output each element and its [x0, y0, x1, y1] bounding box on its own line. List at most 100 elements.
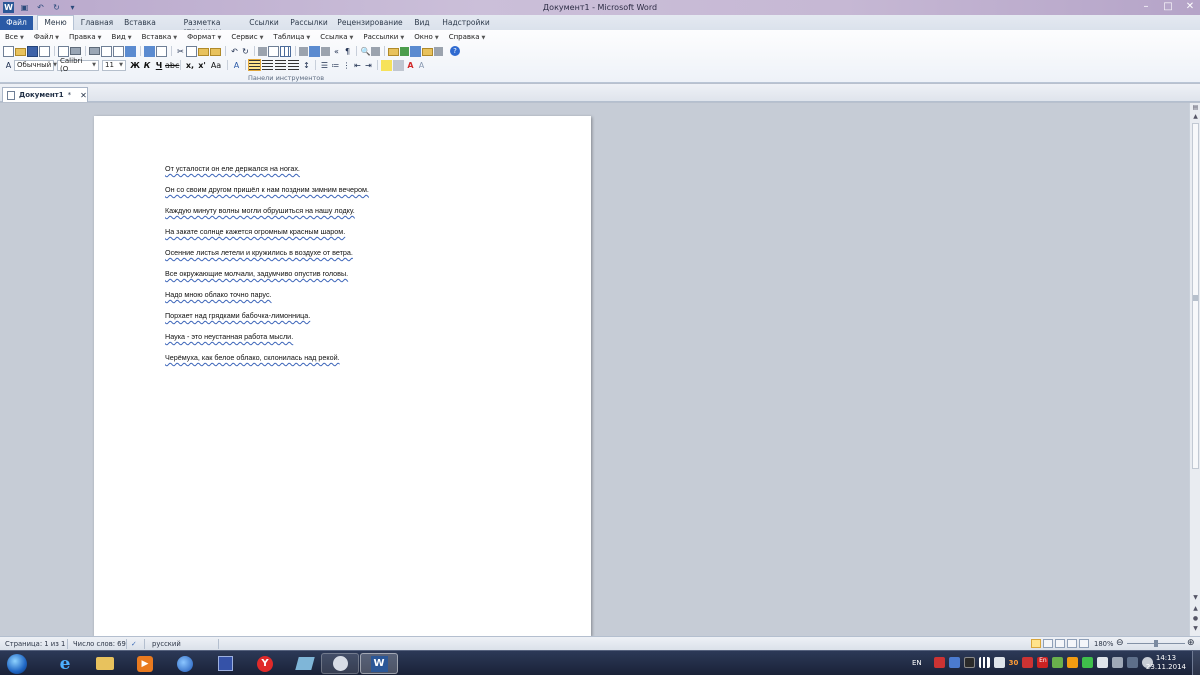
network-icon[interactable] [978, 657, 990, 668]
document-page[interactable]: От усталости он еле держался на ногах. О… [94, 116, 591, 636]
align-left-icon[interactable] [248, 59, 261, 71]
signal-icon[interactable] [1127, 657, 1139, 668]
menu-table[interactable]: Таблица ▼ [268, 33, 315, 43]
subscript-button[interactable]: x, [184, 61, 196, 70]
draft-view-icon[interactable] [1079, 639, 1089, 648]
tab-page-layout[interactable]: Разметка страницы [164, 16, 240, 36]
document-line[interactable]: На закате солнце кажется огромным красны… [165, 227, 345, 236]
start-button[interactable] [2, 651, 32, 675]
document-line[interactable]: Черёмуха, как белое облако, склонилась н… [165, 353, 340, 362]
tablet-icon[interactable] [286, 653, 324, 674]
document-line[interactable]: Надо мною облако точно парус. [165, 290, 272, 299]
translate-icon[interactable] [144, 45, 155, 57]
increase-indent-icon[interactable]: ⇥ [363, 61, 374, 70]
paste-icon[interactable] [198, 48, 209, 56]
permission-icon[interactable] [39, 45, 50, 57]
explorer-icon[interactable] [86, 653, 124, 674]
tab-references[interactable]: Ссылки [246, 16, 282, 30]
help-icon[interactable]: ? [450, 46, 460, 56]
justify-icon[interactable] [288, 60, 299, 70]
smartart-icon[interactable] [410, 45, 421, 57]
numbering-icon[interactable]: ☰ [319, 61, 330, 70]
document-map-icon[interactable] [321, 46, 330, 56]
copy-icon[interactable] [186, 45, 197, 57]
font-select[interactable]: Calibri (О ▼ [57, 57, 99, 73]
close-button[interactable]: ✕ [1184, 1, 1196, 12]
menu-tools[interactable]: Сервис ▼ [226, 33, 268, 43]
menu-edit[interactable]: Правка ▼ [64, 33, 107, 43]
bullets-icon[interactable]: ≔ [330, 61, 341, 70]
zoom-in-icon[interactable]: ⊕ [1187, 638, 1195, 648]
media-icon[interactable] [321, 653, 359, 674]
multilevel-list-icon[interactable]: ⋮ [341, 61, 352, 70]
input-language[interactable]: EN [912, 659, 922, 667]
tab-mailings[interactable]: Рассылки [287, 16, 331, 30]
document-line[interactable]: Все окружающие молчали, задумчиво опусти… [165, 269, 348, 278]
save-icon[interactable] [206, 653, 244, 674]
format-painter-icon[interactable] [210, 48, 221, 56]
cut-icon[interactable]: ✂ [175, 47, 186, 56]
decrease-indent-icon[interactable]: ⇤ [352, 61, 363, 70]
undo-icon[interactable]: ↶ [229, 47, 240, 56]
thesaurus-icon[interactable] [156, 45, 167, 57]
zoom-out-icon[interactable]: ⊖ [1116, 638, 1124, 648]
tab-menu[interactable]: Меню [37, 15, 74, 30]
new-document-icon[interactable] [3, 45, 14, 57]
menu-insert[interactable]: Вставка ▼ [137, 33, 183, 43]
close-tab-icon[interactable]: ✕ [80, 91, 87, 100]
line-spacing-icon[interactable]: ↕ [301, 61, 312, 70]
quote-icon[interactable]: « [331, 47, 342, 56]
word-count[interactable]: Число слов: 69 [73, 640, 126, 648]
document-line[interactable]: Порхает над грядками бабочка-лимонница. [165, 311, 310, 320]
tray-app-icon[interactable] [963, 657, 975, 668]
redo-icon[interactable]: ↻ [240, 47, 251, 56]
scroll-down-icon[interactable]: ▼ [1191, 594, 1200, 603]
picture-icon[interactable] [388, 48, 399, 56]
strikethrough-icon[interactable]: abc [165, 61, 179, 70]
volume-icon[interactable] [993, 657, 1005, 668]
superscript-button[interactable]: x' [196, 61, 208, 70]
zoom-slider-thumb[interactable] [1154, 640, 1158, 647]
research-icon[interactable] [113, 45, 124, 57]
show-desktop-button[interactable] [1192, 651, 1200, 675]
shapes-icon[interactable] [400, 46, 409, 56]
menu-file[interactable]: Файл ▼ [29, 33, 64, 43]
align-center-icon[interactable] [262, 60, 273, 70]
previous-page-icon[interactable]: ▲ [1191, 605, 1200, 614]
outline-view-icon[interactable] [1067, 639, 1077, 648]
media-player-icon[interactable]: ▶ [126, 653, 164, 674]
zoom-icon[interactable]: 🔍 [360, 47, 371, 56]
text-effects-icon[interactable]: A [231, 61, 242, 70]
maximize-button[interactable]: □ [1162, 1, 1174, 12]
page-count[interactable]: Страница: 1 из 1 [5, 640, 65, 648]
menu-format[interactable]: Формат ▼ [182, 33, 226, 43]
hyperlink-icon[interactable] [258, 46, 267, 56]
themes-icon[interactable] [422, 48, 433, 56]
send-icon[interactable] [58, 45, 69, 57]
scroll-up-icon[interactable]: ▲ [1191, 113, 1200, 122]
proofing-icon[interactable]: ✓ [131, 640, 137, 648]
insert-table-icon[interactable] [280, 45, 291, 57]
open-folder-icon[interactable] [15, 48, 26, 56]
document-line[interactable]: Каждую минуту волны могли обрушиться на … [165, 206, 355, 215]
web-layout-view-icon[interactable] [1055, 639, 1065, 648]
save-icon[interactable] [27, 45, 38, 57]
tables-borders-icon[interactable] [268, 45, 279, 57]
menu-link[interactable]: Ссылка ▼ [315, 33, 358, 43]
font-size-select[interactable]: 11 ▼ [102, 59, 126, 71]
italic-button[interactable]: К [141, 61, 153, 70]
browse-object-icon[interactable]: ● [1191, 615, 1200, 624]
tray-app-icon[interactable] [1112, 657, 1124, 668]
tab-file[interactable]: Файл [0, 16, 33, 30]
document-line[interactable]: Осенние листья летели и кружились в возд… [165, 248, 353, 257]
yandex-icon[interactable]: Y [246, 653, 284, 674]
vertical-scrollbar[interactable]: ▤ ▲ ▼ ▲ ● ▼ [1189, 103, 1200, 636]
ie-icon[interactable]: e [46, 653, 84, 674]
tray-app-icon[interactable] [1052, 657, 1064, 668]
document-tab[interactable]: Документ1 * ✕ [2, 87, 88, 102]
nvidia-icon[interactable] [1082, 657, 1094, 668]
print-layout-view-icon[interactable] [1031, 639, 1041, 648]
language-indicator[interactable]: русский [152, 640, 181, 648]
tab-addins[interactable]: Надстройки [440, 16, 492, 30]
text-highlight-effect-icon[interactable]: A [416, 61, 427, 70]
